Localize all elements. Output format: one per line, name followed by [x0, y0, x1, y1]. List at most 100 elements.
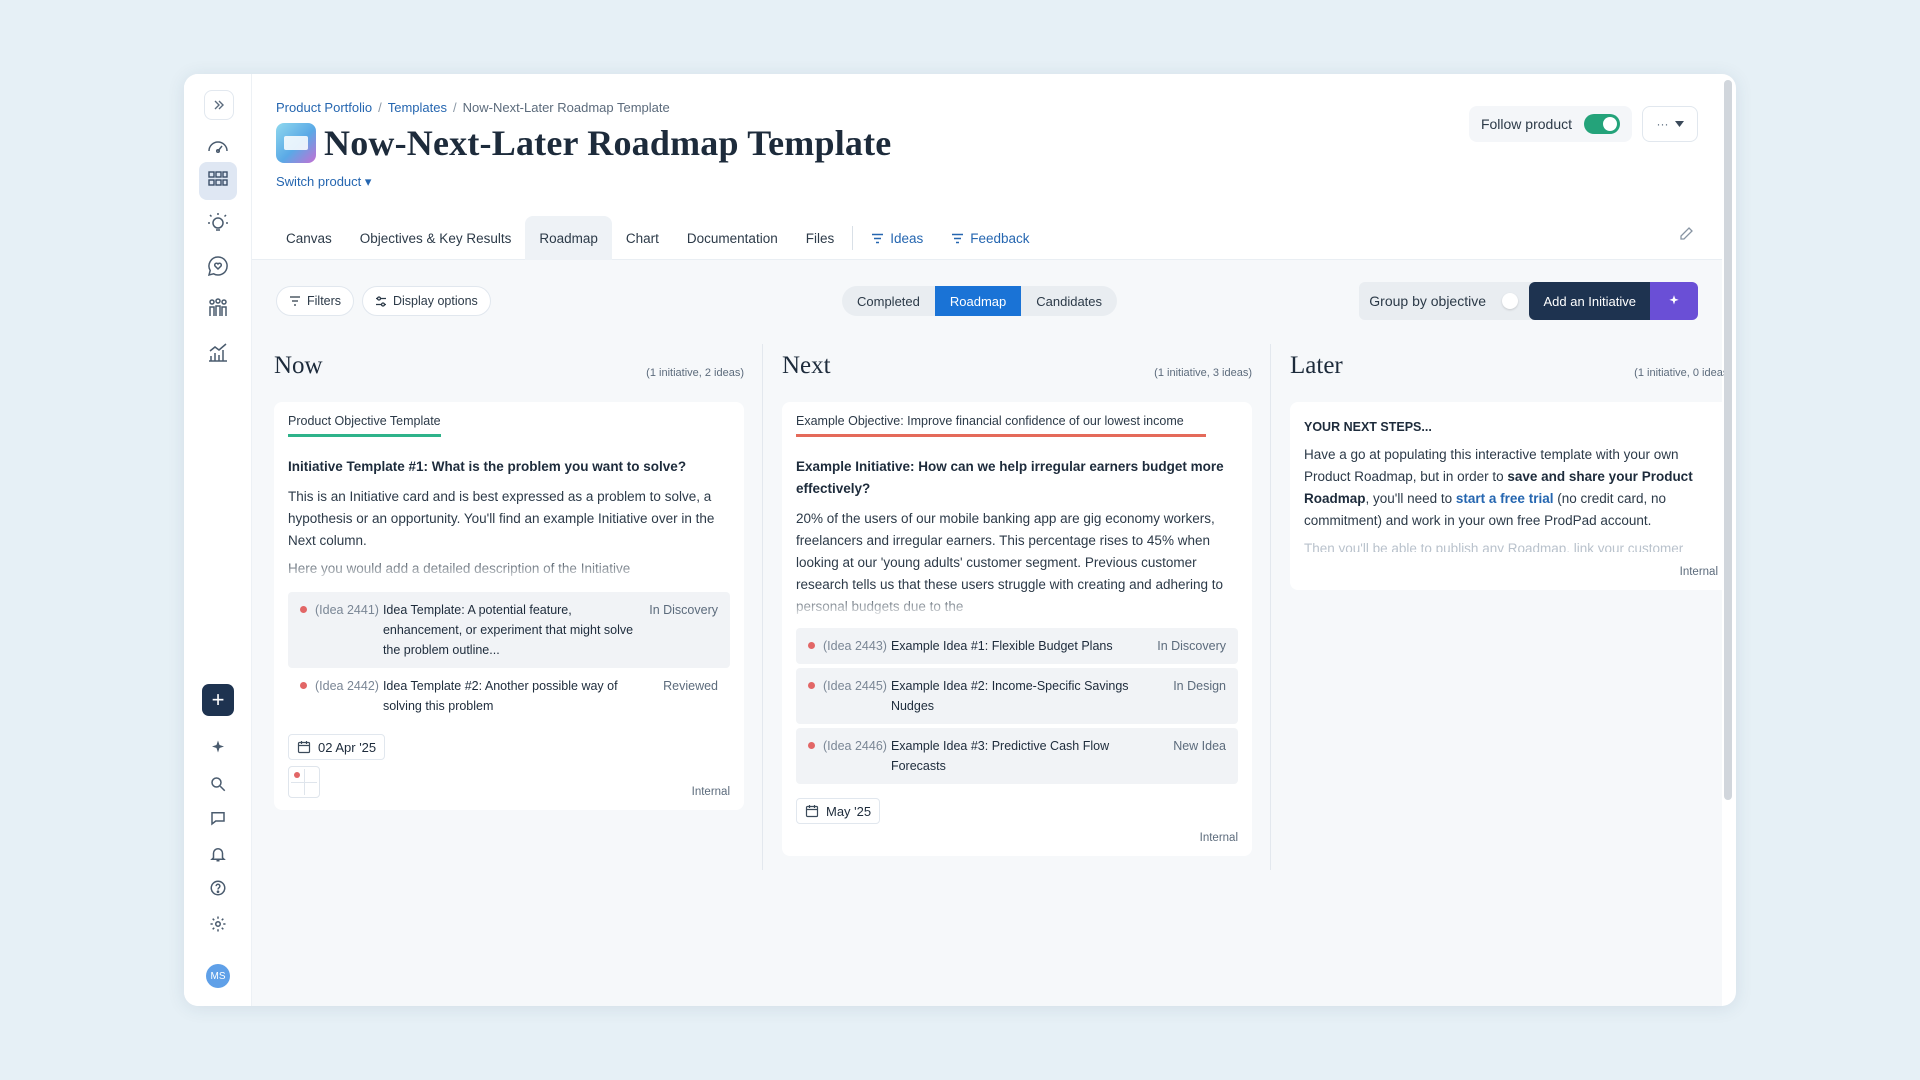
next-steps-text: , you'll need to: [1365, 491, 1456, 506]
group-by-objective-label: Group by objective: [1369, 293, 1486, 309]
sidebar-customers[interactable]: [202, 292, 234, 324]
objective-label[interactable]: Example Objective: Improve financial con…: [796, 414, 1206, 437]
visibility-label: Internal: [1199, 832, 1238, 844]
idea-ref: (Idea 2441): [315, 603, 379, 617]
idea-row[interactable]: (Idea 2445) Example Idea #2: Income-Spec…: [796, 668, 1238, 724]
more-dots: ···: [1656, 117, 1669, 131]
idea-status: New Idea: [1173, 739, 1226, 753]
idea-status-dot: [300, 682, 307, 689]
date-chip[interactable]: 02 Apr '25: [288, 734, 386, 760]
filters-label: Filters: [307, 294, 342, 308]
expand-sidebar-button[interactable]: [204, 90, 234, 120]
view-roadmap[interactable]: Roadmap: [934, 286, 1022, 316]
tab-ideas[interactable]: Ideas: [857, 216, 937, 260]
idea-name: Idea Template: A potential feature, enha…: [382, 603, 634, 657]
initiative-card[interactable]: Product Objective Template Initiative Te…: [274, 402, 744, 810]
more-actions-button[interactable]: ···: [1642, 106, 1698, 142]
follow-product-control: Follow product: [1468, 106, 1632, 142]
column-title: Next: [782, 352, 831, 379]
sidebar-dashboard[interactable]: [202, 130, 234, 162]
sidebar-settings[interactable]: [202, 908, 234, 940]
idea-status: In Discovery: [649, 603, 718, 617]
speech-bubble-icon: [211, 812, 225, 826]
lightbulb-icon: [208, 213, 228, 231]
gear-icon: [210, 916, 226, 932]
add-initiative-button[interactable]: Add an Initiative: [1529, 282, 1650, 320]
breadcrumb-product-portfolio[interactable]: Product Portfolio: [276, 100, 372, 115]
column-count: (1 initiative, 2 ideas): [646, 367, 744, 379]
next-steps-heading: YOUR NEXT STEPS...: [1304, 420, 1432, 434]
edit-tabs-button[interactable]: [1678, 226, 1694, 247]
vertical-scrollbar[interactable]: [1724, 80, 1732, 800]
next-steps-card[interactable]: YOUR NEXT STEPS... Have a go at populati…: [1290, 402, 1732, 590]
roadmap-area: Filters Display options Completed Roadma…: [252, 260, 1732, 1006]
title-row: Now-Next-Later Roadmap Template: [276, 122, 892, 164]
idea-status-dot: [808, 742, 815, 749]
view-candidates[interactable]: Candidates: [1021, 286, 1117, 316]
bar-chart-icon: [209, 343, 227, 362]
tab-roadmap[interactable]: Roadmap: [525, 216, 612, 260]
ai-generate-button[interactable]: [1650, 282, 1698, 320]
initiative-card[interactable]: Example Objective: Improve financial con…: [782, 402, 1252, 856]
user-avatar[interactable]: MS: [206, 964, 230, 988]
idea-status: In Discovery: [1157, 639, 1226, 653]
column-later: Later (1 initiative, 0 ideas) YOUR NEXT …: [1290, 344, 1732, 1006]
idea-ref: (Idea 2442): [315, 679, 379, 693]
tab-feedback[interactable]: Feedback: [937, 216, 1043, 260]
idea-ref: (Idea 2443): [823, 639, 887, 653]
initiative-title[interactable]: Example Initiative: How can we help irre…: [796, 456, 1238, 500]
date-chip[interactable]: May '25: [796, 798, 881, 824]
idea-row[interactable]: (Idea 2443) Example Idea #1: Flexible Bu…: [796, 628, 1238, 664]
tab-okrs[interactable]: Objectives & Key Results: [346, 216, 526, 260]
tab-canvas[interactable]: Canvas: [272, 216, 346, 260]
display-options-label: Display options: [393, 294, 478, 308]
objective-label[interactable]: Product Objective Template: [288, 414, 441, 437]
idea-status-dot: [808, 642, 815, 649]
idea-row[interactable]: (Idea 2441) Idea Template: A potential f…: [288, 592, 730, 668]
date-value: May '25: [826, 803, 872, 819]
tab-documentation[interactable]: Documentation: [673, 216, 792, 260]
breadcrumb-templates[interactable]: Templates: [388, 100, 447, 115]
tab-feedback-label: Feedback: [970, 230, 1030, 246]
grid-icon: [208, 171, 228, 186]
create-new-button[interactable]: +: [202, 684, 234, 716]
sidebar-search[interactable]: [202, 768, 234, 800]
filters-button[interactable]: Filters: [276, 286, 355, 316]
idea-row[interactable]: (Idea 2446) Example Idea #3: Predictive …: [796, 728, 1238, 784]
idea-list: (Idea 2441) Idea Template: A potential f…: [288, 592, 730, 724]
start-free-trial-link[interactable]: start a free trial: [1456, 491, 1554, 506]
sidebar-notifications[interactable]: [202, 838, 234, 870]
visibility-label: Internal: [691, 786, 730, 798]
sidebar-feedback[interactable]: [202, 250, 234, 282]
idea-row[interactable]: (Idea 2442) Idea Template #2: Another po…: [288, 668, 730, 724]
breadcrumb-separator: /: [378, 100, 382, 115]
follow-product-toggle[interactable]: [1584, 114, 1620, 134]
column-now: Now (1 initiative, 2 ideas) Product Obje…: [274, 344, 744, 1006]
initiative-description: 20% of the users of our mobile banking a…: [796, 508, 1238, 618]
sparkle-icon: [1669, 295, 1679, 305]
idea-ref: (Idea 2446): [823, 739, 887, 753]
sidebar-products[interactable]: [199, 162, 237, 200]
canvas-thumbnail[interactable]: [288, 766, 320, 798]
product-tabs: Canvas Objectives & Key Results Roadmap …: [272, 216, 1044, 260]
sidebar: + MS: [184, 74, 252, 1006]
chevron-down-icon: [1674, 121, 1684, 127]
initiative-title[interactable]: Initiative Template #1: What is the prob…: [288, 456, 730, 478]
display-options-button[interactable]: Display options: [362, 286, 491, 316]
tab-files[interactable]: Files: [792, 216, 849, 260]
add-initiative-group: Add an Initiative: [1529, 282, 1698, 320]
breadcrumb-current: Now-Next-Later Roadmap Template: [462, 100, 670, 115]
switch-product-dropdown[interactable]: Switch product ▾: [276, 174, 371, 190]
sparkle-icon: [212, 740, 224, 753]
view-completed[interactable]: Completed: [842, 286, 935, 316]
tab-chart[interactable]: Chart: [612, 216, 673, 260]
follow-product-label: Follow product: [1480, 116, 1572, 132]
sidebar-messages[interactable]: [202, 802, 234, 834]
sidebar-ai[interactable]: [202, 732, 234, 764]
sidebar-reports[interactable]: [202, 336, 234, 368]
column-count: (1 initiative, 0 ideas): [1634, 367, 1732, 379]
sidebar-ideas[interactable]: [202, 208, 234, 240]
column-count: (1 initiative, 3 ideas): [1154, 367, 1252, 379]
sidebar-help[interactable]: [202, 872, 234, 904]
column-title: Later: [1290, 352, 1343, 379]
